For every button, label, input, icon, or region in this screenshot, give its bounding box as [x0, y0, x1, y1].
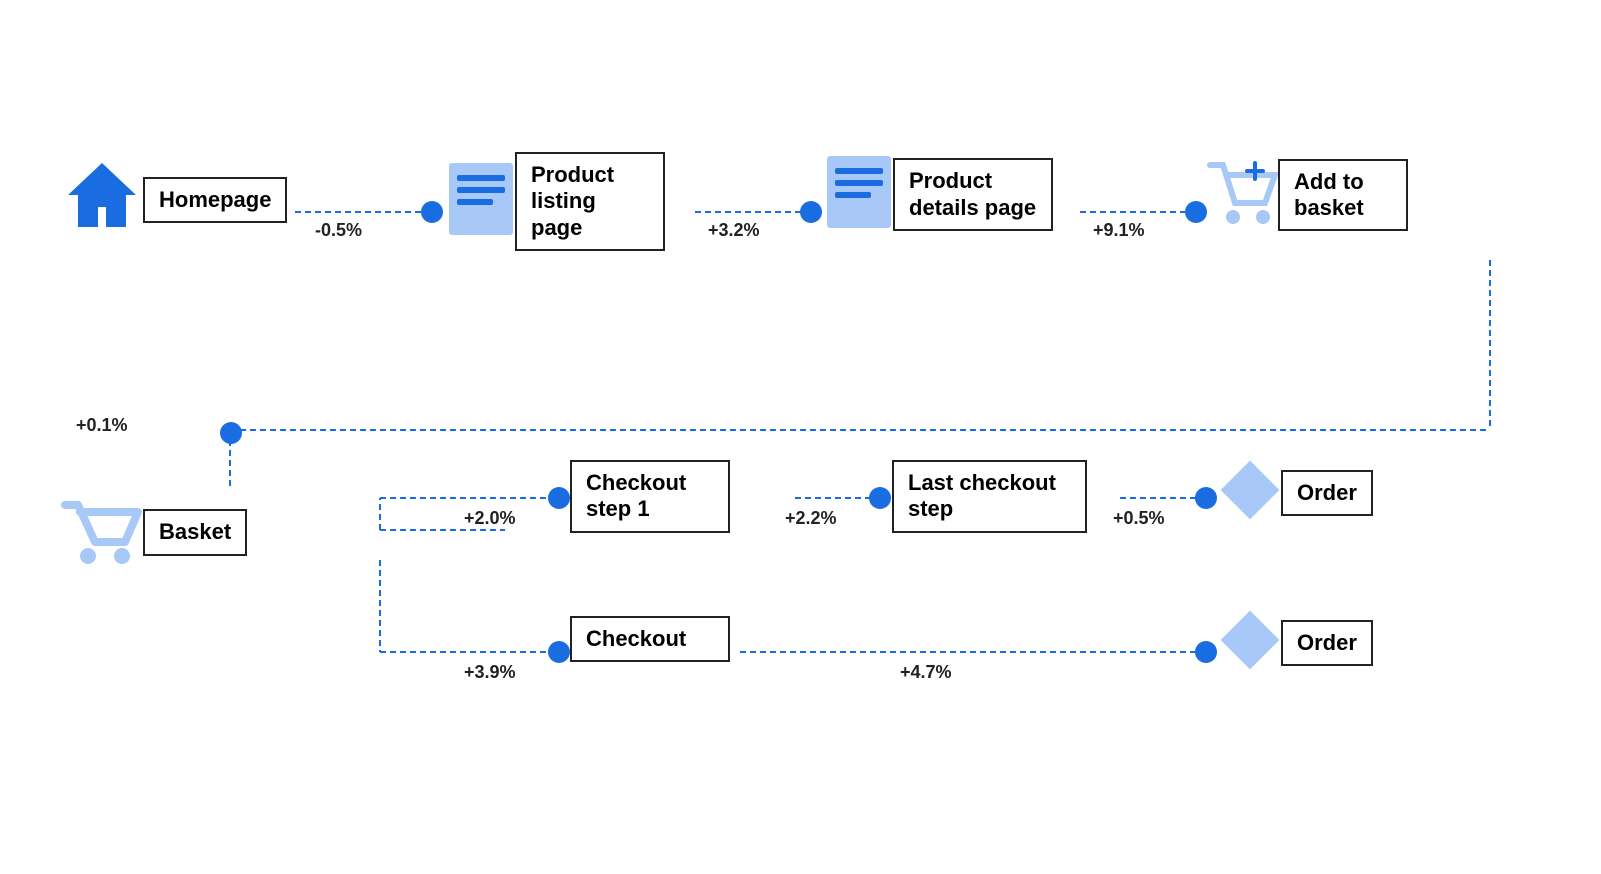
label-last-order1: +0.5% — [1113, 508, 1165, 529]
dot-basket-checkout1 — [548, 487, 570, 509]
add-to-basket-node: Add to basket — [1205, 155, 1408, 235]
checkout-step1-label: Checkout step 1 — [570, 460, 730, 533]
label-details-basket: +9.1% — [1093, 220, 1145, 241]
homepage-label: Homepage — [143, 177, 287, 223]
basket-node: Basket — [60, 490, 247, 575]
label-listing-details: +3.2% — [708, 220, 760, 241]
checkout-step1-node: Checkout step 1 — [570, 460, 730, 533]
order1-icon — [1218, 458, 1283, 528]
label-checkout-order2: +4.7% — [900, 662, 952, 683]
checkout-node: Checkout — [570, 616, 730, 662]
product-details-icon — [823, 152, 895, 237]
order1-node: Order — [1218, 458, 1373, 528]
label-homepage-listing: -0.5% — [315, 220, 362, 241]
product-details-node: Product details page — [823, 152, 1053, 237]
order2-node: Order — [1218, 608, 1373, 678]
dot-details-basket — [1185, 201, 1207, 223]
diagram-container: Homepage -0.5% Product listing page +3.2… — [0, 0, 1601, 874]
last-checkout-node: Last checkout step — [892, 460, 1087, 533]
order2-label: Order — [1281, 620, 1373, 666]
dot-checkout1-last — [869, 487, 891, 509]
house-icon — [60, 155, 145, 245]
order1-label: Order — [1281, 470, 1373, 516]
dot-basket-checkout — [548, 641, 570, 663]
label-basket-checkout1: +2.0% — [464, 508, 516, 529]
product-listing-label: Product listing page — [515, 152, 665, 251]
add-to-basket-label: Add to basket — [1278, 159, 1408, 232]
dot-add-basket-down — [220, 422, 242, 444]
product-listing-node: Product listing page — [445, 152, 665, 251]
checkout-label: Checkout — [570, 616, 730, 662]
basket-icon — [60, 490, 145, 575]
listing-icon — [445, 159, 517, 244]
dot-last-order1 — [1195, 487, 1217, 509]
add-to-basket-icon — [1205, 155, 1280, 235]
dot-homepage-listing — [421, 201, 443, 223]
homepage-node: Homepage — [60, 155, 287, 245]
last-checkout-label: Last checkout step — [892, 460, 1087, 533]
label-add-basket-down: +0.1% — [76, 415, 128, 436]
order2-icon — [1218, 608, 1283, 678]
dot-checkout-order2 — [1195, 641, 1217, 663]
label-checkout1-last: +2.2% — [785, 508, 837, 529]
dot-listing-details — [800, 201, 822, 223]
label-basket-checkout: +3.9% — [464, 662, 516, 683]
product-details-label: Product details page — [893, 158, 1053, 231]
basket-label: Basket — [143, 509, 247, 555]
